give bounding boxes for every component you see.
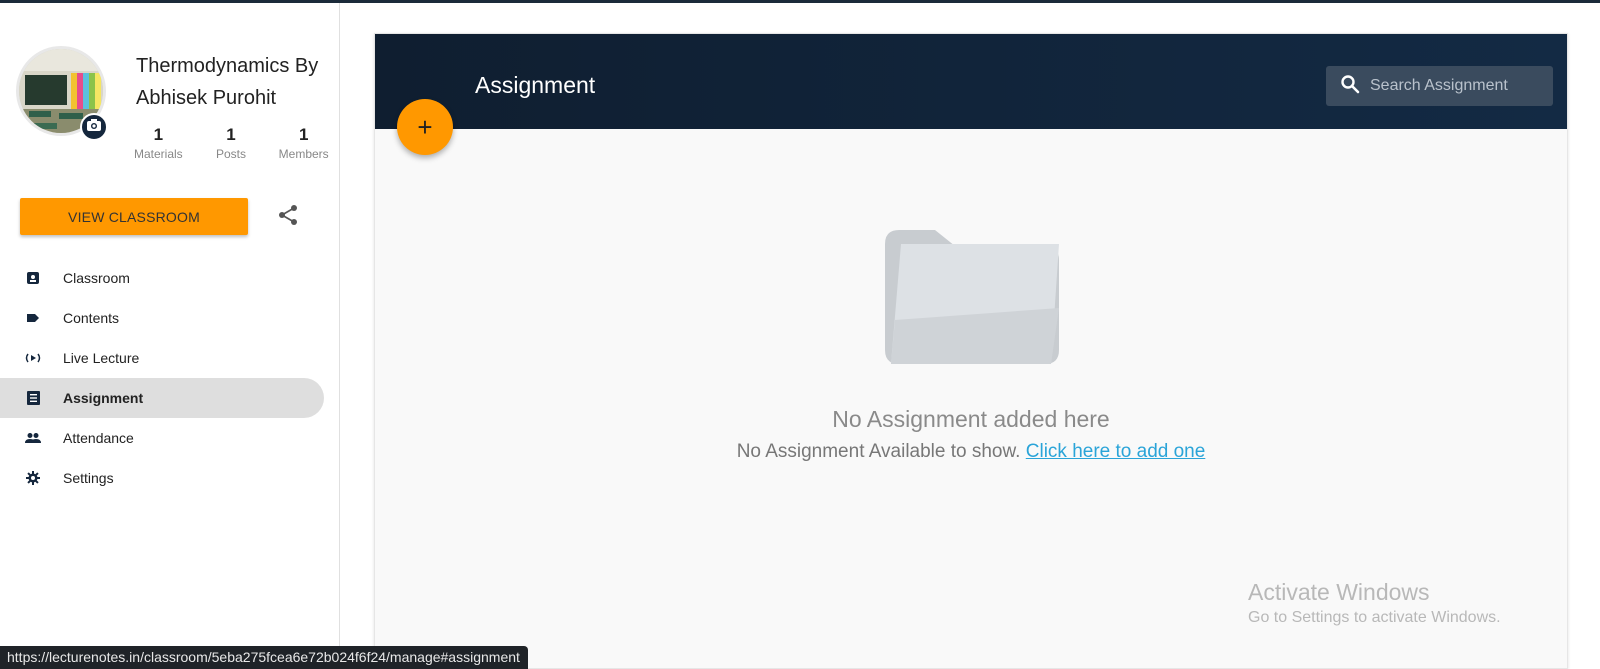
sidebar-item-live-lecture[interactable]: Live Lecture bbox=[0, 338, 324, 378]
search-input[interactable] bbox=[1370, 77, 1540, 95]
classroom-stats: 1 Materials 1 Posts 1 Members bbox=[122, 125, 340, 163]
sidebar-item-label: Assignment bbox=[63, 390, 144, 406]
live-icon bbox=[25, 350, 41, 366]
empty-state-title: No Assignment added here bbox=[832, 406, 1110, 432]
sidebar-item-label: Settings bbox=[63, 470, 114, 486]
view-classroom-button[interactable]: VIEW CLASSROOM bbox=[20, 198, 248, 235]
stat-members: 1 Members bbox=[267, 125, 340, 163]
empty-state-text: No Assignment Available to show. Click h… bbox=[375, 441, 1567, 463]
stat-posts: 1 Posts bbox=[195, 125, 268, 163]
classroom-title: Thermodynamics By Abhisek Purohit bbox=[136, 55, 319, 109]
sidebar-item-label: Live Lecture bbox=[63, 350, 140, 366]
status-bar-url: https://lecturenotes.in/classroom/5eba27… bbox=[0, 646, 528, 669]
watermark-title: Activate Windows bbox=[1248, 579, 1430, 605]
stat-value: 1 bbox=[226, 125, 236, 144]
empty-state-message: No Assignment Available to show. bbox=[736, 441, 1021, 462]
label-icon bbox=[25, 310, 41, 326]
share-button[interactable] bbox=[274, 203, 302, 231]
sidebar-item-label: Attendance bbox=[63, 430, 134, 446]
add-assignment-button[interactable]: + bbox=[397, 99, 453, 155]
sidebar-item-attendance[interactable]: Attendance bbox=[0, 418, 324, 458]
page-title: Assignment bbox=[475, 72, 596, 98]
assignment-card: Assignment + No Assignment added here No… bbox=[374, 33, 1568, 669]
stat-materials: 1 Materials bbox=[122, 125, 195, 163]
sidebar-item-assignment[interactable]: Assignment bbox=[0, 378, 324, 418]
sidebar-item-classroom[interactable]: Classroom bbox=[0, 258, 324, 298]
sidebar-item-settings[interactable]: Settings bbox=[0, 458, 324, 498]
stat-label: Materials bbox=[133, 147, 183, 161]
activate-windows-watermark: Activate Windows Go to Settings to activ… bbox=[1248, 578, 1501, 630]
search-icon bbox=[1340, 74, 1360, 99]
add-assignment-link[interactable]: Click here to add one bbox=[1026, 441, 1206, 462]
stat-value: 1 bbox=[153, 125, 164, 144]
watermark-subtitle: Go to Settings to activate Windows. bbox=[1248, 609, 1501, 626]
share-icon bbox=[277, 204, 299, 231]
sidebar-item-contents[interactable]: Contents bbox=[0, 298, 324, 338]
gear-icon bbox=[25, 470, 41, 486]
sidebar-nav: Classroom Contents Live Lecture Assignme… bbox=[0, 258, 324, 498]
empty-folder-icon bbox=[885, 230, 1059, 369]
list-icon bbox=[25, 390, 41, 406]
people-icon bbox=[25, 430, 41, 446]
stat-label: Posts bbox=[216, 147, 247, 161]
stat-label: Members bbox=[278, 147, 329, 161]
sidebar: Thermodynamics By Abhisek Purohit 1 Mate… bbox=[0, 3, 340, 669]
sidebar-item-label: Contents bbox=[63, 310, 120, 326]
search-box[interactable] bbox=[1326, 66, 1553, 106]
sidebar-item-label: Classroom bbox=[63, 270, 130, 286]
camera-icon bbox=[87, 118, 101, 136]
stat-value: 1 bbox=[298, 125, 309, 144]
assignment-header: Assignment bbox=[375, 34, 1567, 129]
camera-button[interactable] bbox=[80, 113, 108, 141]
classroom-icon bbox=[25, 270, 41, 286]
